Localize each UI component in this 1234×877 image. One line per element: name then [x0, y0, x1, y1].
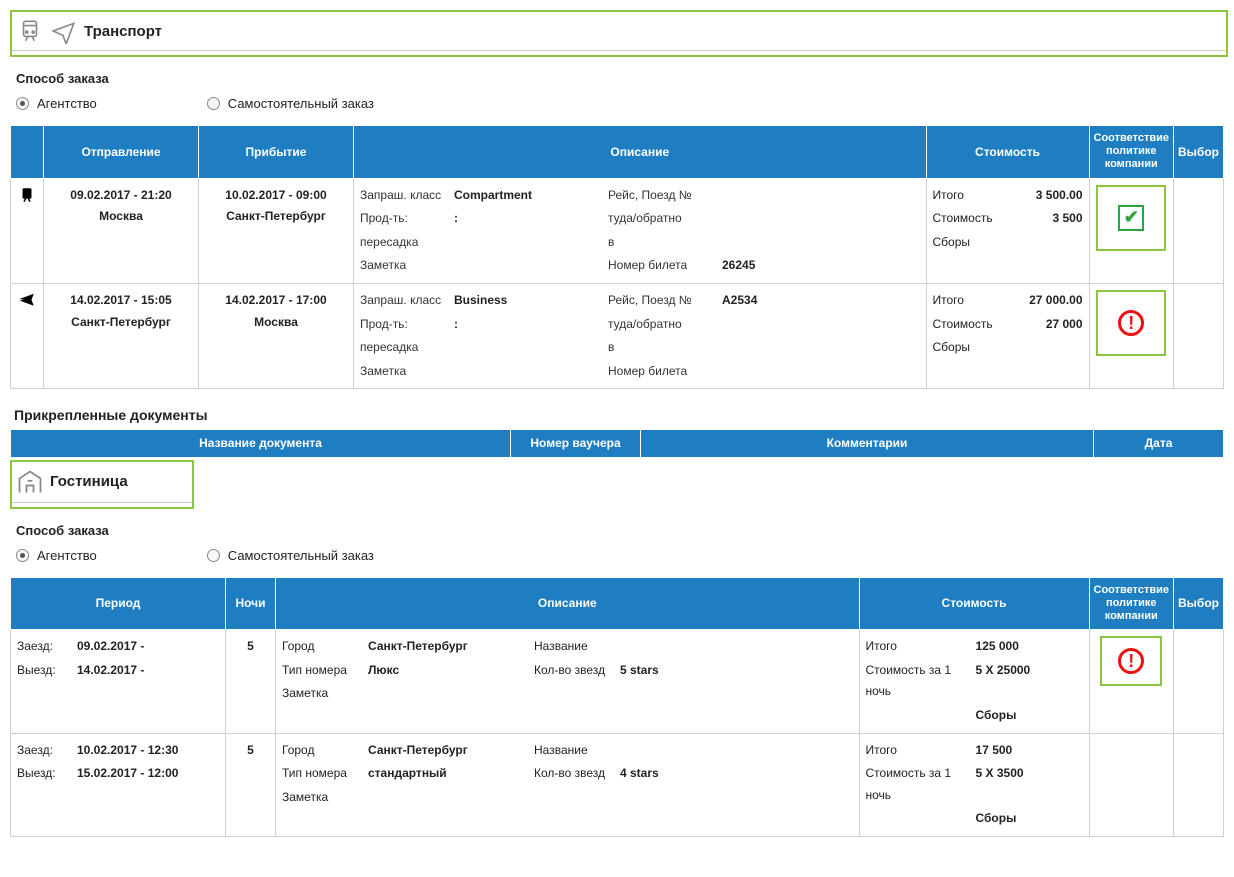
policy-ok-highlight: ✔: [1096, 185, 1166, 251]
radio-dot-icon: [207, 549, 220, 562]
policy-ok-icon: ✔: [1118, 205, 1144, 231]
col-nights: Ночи: [226, 577, 276, 630]
policy-warn-highlight: !: [1096, 290, 1166, 356]
mode-cell: [11, 178, 44, 283]
hotel-radio-self[interactable]: Самостоятельный заказ: [207, 548, 374, 563]
col-mode: [11, 126, 44, 179]
train-icon: [18, 185, 36, 205]
hotel-desc-cell: ГородСанкт-ПетербургНазвание Тип номерас…: [276, 733, 860, 836]
col-desc: Описание: [354, 126, 927, 179]
arrival-cell: 10.02.2017 - 09:00Санкт-Петербург: [199, 178, 354, 283]
col-policy: Соответствие политике компании: [1089, 126, 1173, 179]
desc-cell: Запраш. классCompartmentРейс, Поезд № Пр…: [354, 178, 927, 283]
docs-table: Название документа Номер ваучера Коммент…: [10, 429, 1224, 457]
policy-warn-highlight: !: [1100, 636, 1162, 686]
plane-icon: [17, 290, 37, 308]
col-sel: Выбор: [1174, 126, 1224, 179]
hotel-table: Период Ночи Описание Стоимость Соответст…: [10, 577, 1224, 837]
col-hotel-desc: Описание: [276, 577, 860, 630]
policy-warn-icon: !: [1118, 310, 1144, 336]
radio-dot-checked-icon: [16, 549, 29, 562]
radio-dot-icon: [207, 97, 220, 110]
transport-title: Транспорт: [84, 23, 162, 40]
hotel-row[interactable]: Заезд:10.02.2017 - 12:30 Выезд:15.02.201…: [11, 733, 1224, 836]
transport-section-header: Транспорт: [12, 12, 1226, 51]
select-cell[interactable]: [1174, 283, 1224, 388]
col-date: Дата: [1094, 430, 1224, 457]
hotel-radio-self-label: Самостоятельный заказ: [228, 548, 374, 563]
docs-title: Прикрепленные документы: [14, 407, 1224, 423]
transport-order-way: Способ заказа Агентство Самостоятельный …: [16, 71, 1224, 111]
radio-agency[interactable]: Агентство: [16, 96, 97, 111]
hotel-policy-cell: [1089, 733, 1173, 836]
radio-self-label: Самостоятельный заказ: [228, 96, 374, 111]
hotel-cost-cell: Итого125 000 Стоимость за 1 ночь5 Х 2500…: [859, 630, 1089, 733]
period-cell: Заезд:10.02.2017 - 12:30 Выезд:15.02.201…: [11, 733, 226, 836]
col-voucher: Номер ваучера: [511, 430, 641, 457]
mode-cell: [11, 283, 44, 388]
transport-header-highlight: Транспорт: [10, 10, 1228, 57]
policy-cell: !: [1089, 283, 1173, 388]
policy-cell: ✔: [1089, 178, 1173, 283]
radio-dot-checked-icon: [16, 97, 29, 110]
hotel-radio-agency-label: Агентство: [37, 548, 97, 563]
hotel-icon: [16, 468, 44, 496]
arrival-cell: 14.02.2017 - 17:00Москва: [199, 283, 354, 388]
transport-table: Отправление Прибытие Описание Стоимость …: [10, 125, 1224, 389]
transport-row[interactable]: 09.02.2017 - 21:20Москва 10.02.2017 - 09…: [11, 178, 1224, 283]
col-period: Период: [11, 577, 226, 630]
cost-cell: Итого3 500.00 Стоимость3 500 Сборы: [926, 178, 1089, 283]
select-cell[interactable]: [1174, 178, 1224, 283]
col-hotel-cost: Стоимость: [859, 577, 1089, 630]
hotel-title: Гостиница: [50, 473, 128, 490]
hotel-order-way-label: Способ заказа: [16, 523, 1224, 538]
nights-cell: 5: [226, 630, 276, 733]
hotel-select-cell[interactable]: [1174, 733, 1224, 836]
hotel-cost-cell: Итого17 500 Стоимость за 1 ночь5 Х 3500 …: [859, 733, 1089, 836]
nights-cell: 5: [226, 733, 276, 836]
departure-cell: 14.02.2017 - 15:05Санкт-Петербург: [44, 283, 199, 388]
col-comment: Комментарии: [641, 430, 1094, 457]
order-way-label: Способ заказа: [16, 71, 1224, 86]
radio-agency-label: Агентство: [37, 96, 97, 111]
train-icon: [16, 18, 44, 44]
hotel-row[interactable]: Заезд:09.02.2017 - Выезд:14.02.2017 - 5 …: [11, 630, 1224, 733]
plane-icon: [50, 18, 78, 44]
col-doc-name: Название документа: [11, 430, 511, 457]
desc-cell: Запраш. классBusinessРейс, Поезд №A2534 …: [354, 283, 927, 388]
col-arr: Прибытие: [199, 126, 354, 179]
hotel-order-way: Способ заказа Агентство Самостоятельный …: [16, 523, 1224, 563]
hotel-select-cell[interactable]: [1174, 630, 1224, 733]
transport-row[interactable]: 14.02.2017 - 15:05Санкт-Петербург 14.02.…: [11, 283, 1224, 388]
col-cost: Стоимость: [926, 126, 1089, 179]
hotel-header-highlight: Гостиница: [10, 460, 194, 509]
period-cell: Заезд:09.02.2017 - Выезд:14.02.2017 -: [11, 630, 226, 733]
policy-warn-icon: !: [1118, 648, 1144, 674]
col-hotel-policy: Соответствие политике компании: [1089, 577, 1173, 630]
departure-cell: 09.02.2017 - 21:20Москва: [44, 178, 199, 283]
radio-self[interactable]: Самостоятельный заказ: [207, 96, 374, 111]
cost-cell: Итого27 000.00 Стоимость27 000 Сборы: [926, 283, 1089, 388]
hotel-section-header: Гостиница: [12, 462, 192, 503]
hotel-desc-cell: ГородСанкт-ПетербургНазвание Тип номераЛ…: [276, 630, 860, 733]
col-hotel-sel: Выбор: [1174, 577, 1224, 630]
hotel-policy-cell: !: [1089, 630, 1173, 733]
col-dep: Отправление: [44, 126, 199, 179]
hotel-radio-agency[interactable]: Агентство: [16, 548, 97, 563]
